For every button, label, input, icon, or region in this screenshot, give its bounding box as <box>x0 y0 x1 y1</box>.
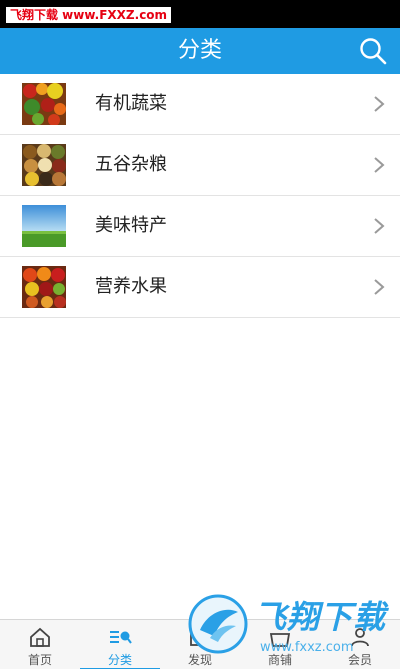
watermark-top: 飞翔下载 www.FXXZ.com <box>6 7 172 23</box>
category-list: 有机蔬菜 五谷杂粮 美味特产 营养水果 <box>0 74 400 318</box>
search-icon <box>360 38 387 65</box>
tab-category[interactable]: 分类 <box>80 620 160 669</box>
fxxz-logo-icon <box>188 594 248 654</box>
search-button[interactable] <box>358 36 388 66</box>
chevron-right-icon <box>374 218 385 234</box>
category-item-vegetables[interactable]: 有机蔬菜 <box>0 74 400 135</box>
tab-label: 分类 <box>107 653 132 667</box>
chevron-right-icon <box>374 157 385 173</box>
home-icon <box>30 627 50 647</box>
app-header: 分类 <box>0 28 400 74</box>
chevron-right-icon <box>374 96 385 112</box>
page-title: 分类 <box>177 38 222 63</box>
fruits-thumbnail <box>22 266 66 308</box>
category-label: 有机蔬菜 <box>95 93 167 114</box>
landscape-thumbnail <box>22 205 66 247</box>
watermark-url: www.fxxz.com <box>260 640 354 655</box>
vegetables-thumbnail <box>22 83 66 125</box>
category-item-fruits[interactable]: 营养水果 <box>0 257 400 318</box>
chevron-right-icon <box>374 279 385 295</box>
category-item-specialties[interactable]: 美味特产 <box>0 196 400 257</box>
tab-label: 首页 <box>27 653 52 667</box>
category-label: 美味特产 <box>95 215 167 236</box>
status-bar: 飞翔下载 www.FXXZ.com <box>0 0 400 28</box>
grains-thumbnail <box>22 144 66 186</box>
tab-home[interactable]: 首页 <box>0 620 80 669</box>
category-icon <box>110 631 132 644</box>
category-label: 五谷杂粮 <box>95 154 167 175</box>
category-label: 营养水果 <box>95 276 167 297</box>
watermark-brand: 飞翔下载 <box>254 598 387 636</box>
watermark-bottom: 飞翔下载 www.fxxz.com <box>186 590 400 669</box>
category-item-grains[interactable]: 五谷杂粮 <box>0 135 400 196</box>
